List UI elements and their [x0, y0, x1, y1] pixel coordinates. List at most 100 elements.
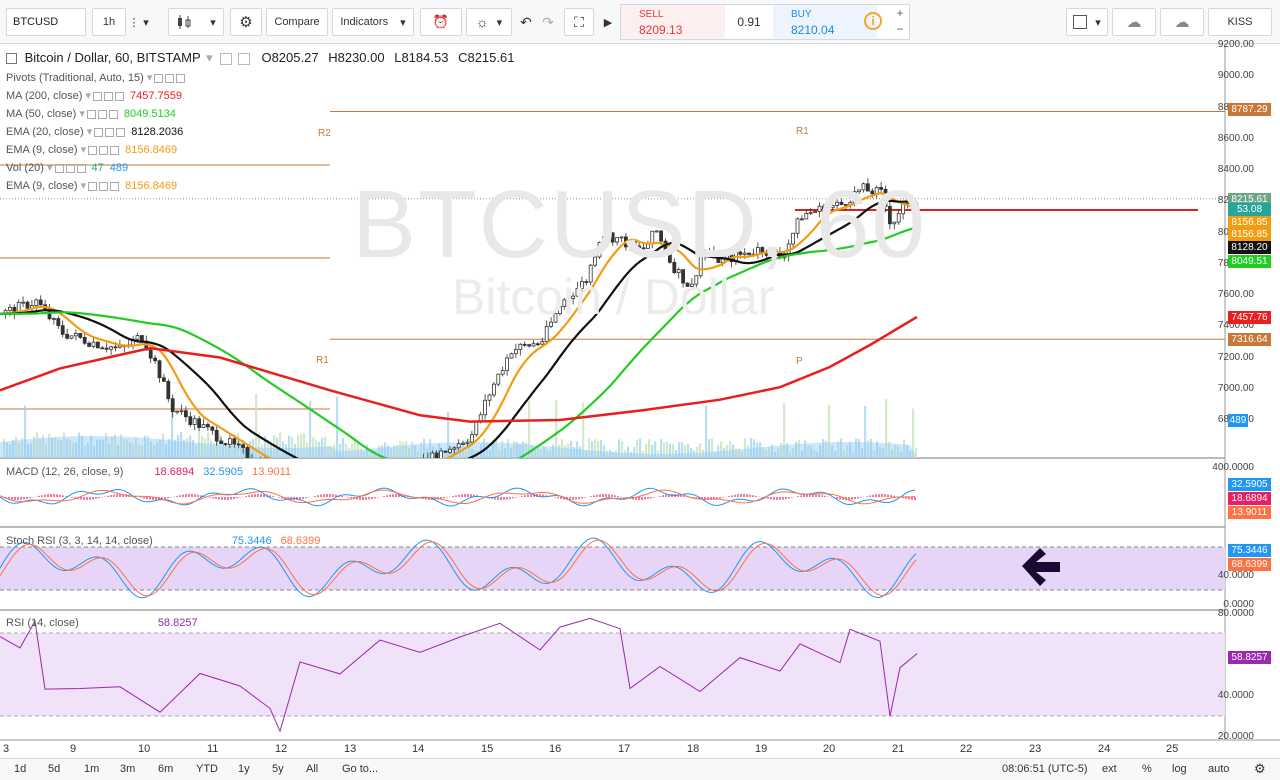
- price-tag: 8787.29: [1228, 103, 1271, 117]
- ext-toggle[interactable]: ext: [1102, 763, 1117, 775]
- study-legend-row[interactable]: EMA (20, close) ▾ 8128.2036: [6, 125, 183, 138]
- study-legend-row[interactable]: MA (200, close) ▾ 7457.7559: [6, 89, 182, 102]
- eye-icon[interactable]: [54, 163, 64, 173]
- candle-body: [360, 477, 363, 478]
- cloud-load-button[interactable]: ☁: [1112, 8, 1156, 36]
- candle-body: [452, 447, 457, 450]
- buy-label: BUY: [791, 9, 812, 20]
- study-value: 7457.7559: [130, 90, 182, 102]
- range-button[interactable]: 1y: [238, 763, 250, 775]
- close-icon[interactable]: [110, 145, 120, 155]
- auto-toggle[interactable]: auto: [1208, 763, 1229, 775]
- goto-button[interactable]: Go to...: [342, 763, 378, 775]
- eye-icon[interactable]: [94, 127, 104, 137]
- decrease-qty-button[interactable]: −: [893, 22, 907, 36]
- chevron-down-icon[interactable]: ▾: [144, 72, 153, 84]
- gear-icon: ⚙: [239, 14, 253, 31]
- study-value: 8128.2036: [131, 126, 184, 138]
- eye-icon[interactable]: [86, 109, 96, 119]
- eye-icon[interactable]: [93, 91, 102, 101]
- eye-icon[interactable]: [154, 73, 164, 83]
- range-button[interactable]: 6m: [158, 763, 173, 775]
- interval-button[interactable]: 1h: [92, 8, 126, 36]
- range-button[interactable]: 1m: [84, 763, 99, 775]
- close-icon[interactable]: [116, 127, 126, 137]
- eye-icon[interactable]: [220, 52, 233, 65]
- log-toggle[interactable]: log: [1172, 763, 1187, 775]
- chart-style-button[interactable]: ▾: [168, 8, 224, 36]
- candle-body: [334, 479, 337, 486]
- interval-dropdown-icon[interactable]: ▾: [140, 8, 152, 36]
- study-legend-row[interactable]: Pivots (Traditional, Auto, 15) ▾: [6, 71, 186, 84]
- study-legend-row[interactable]: Vol (20) ▾ 47 489: [6, 161, 128, 174]
- kiss-button[interactable]: KISS: [1208, 8, 1272, 36]
- candle-body: [509, 353, 514, 359]
- chevron-down-icon[interactable]: ▾: [206, 50, 213, 65]
- play-button[interactable]: ▶: [600, 8, 616, 36]
- increase-qty-button[interactable]: +: [893, 6, 907, 20]
- settings-small-icon[interactable]: [65, 163, 75, 173]
- close-icon[interactable]: [110, 181, 120, 191]
- layout-button[interactable]: ▾: [1066, 8, 1108, 36]
- symbol-title: Bitcoin / Dollar, 60, BITSTAMP: [24, 50, 201, 65]
- chevron-down-icon[interactable]: ▾: [44, 162, 53, 174]
- chevron-down-icon: ▾: [400, 16, 406, 29]
- collapse-icon[interactable]: [6, 53, 17, 65]
- study-name: EMA (20, close): [6, 126, 84, 138]
- gear-icon[interactable]: ⚙: [1254, 761, 1266, 777]
- undo-button[interactable]: ↶: [516, 8, 536, 36]
- eye-icon[interactable]: [88, 181, 98, 191]
- info-icon[interactable]: i: [864, 12, 882, 30]
- range-button[interactable]: YTD: [196, 763, 218, 775]
- eye-icon[interactable]: [88, 145, 98, 155]
- close-icon[interactable]: [76, 163, 86, 173]
- redo-button[interactable]: ↷: [538, 8, 558, 36]
- chevron-down-icon[interactable]: ▾: [78, 180, 87, 192]
- chevron-down-icon[interactable]: ▾: [82, 90, 91, 102]
- close-icon[interactable]: [176, 73, 186, 83]
- candle-body: [157, 360, 162, 379]
- candle-body: [378, 473, 381, 479]
- range-button[interactable]: 3m: [120, 763, 135, 775]
- candle-body: [113, 346, 118, 349]
- chevron-down-icon[interactable]: ▾: [76, 108, 85, 120]
- buy-button[interactable]: BUY 8210.04: [773, 5, 877, 39]
- alert-button[interactable]: ⏰: [420, 8, 462, 36]
- settings-small-icon[interactable]: [97, 109, 107, 119]
- price-axis-label: 9200.00: [1217, 39, 1254, 50]
- top-toolbar: 1h ⋮ ▾ ▾ ⚙ Compare Indicators▾ ⏰ ☼▾ ↶ ↷ …: [0, 0, 1280, 44]
- candle-body: [382, 473, 385, 476]
- candle-body: [474, 420, 479, 436]
- date-axis-label: 15: [481, 743, 494, 755]
- settings-small-icon[interactable]: [104, 91, 113, 101]
- settings-small-icon[interactable]: [105, 127, 115, 137]
- pivot-r1-label: R1: [796, 126, 809, 137]
- range-button[interactable]: All: [306, 763, 318, 775]
- price-chart[interactable]: R2 R1 R1 P: [0, 44, 1280, 758]
- theme-button[interactable]: ☼ ▾: [466, 8, 512, 36]
- close-icon[interactable]: [108, 109, 118, 119]
- cloud-save-button[interactable]: ☁: [1160, 8, 1204, 36]
- fullscreen-button[interactable]: ⛶: [564, 8, 594, 36]
- range-button[interactable]: 1d: [14, 763, 26, 775]
- settings-small-icon[interactable]: [99, 145, 109, 155]
- settings-small-icon[interactable]: [165, 73, 175, 83]
- chevron-down-icon[interactable]: ▾: [84, 126, 93, 138]
- candle-body: [500, 370, 505, 375]
- settings-small-icon[interactable]: [237, 52, 250, 65]
- range-button[interactable]: 5d: [48, 763, 60, 775]
- symbol-search-input[interactable]: [6, 8, 86, 36]
- interval-menu-icon[interactable]: ⋮: [128, 8, 140, 36]
- sell-button[interactable]: SELL 8209.13: [621, 5, 725, 39]
- study-legend-row[interactable]: EMA (9, close) ▾ 8156.8469: [6, 179, 177, 192]
- close-icon[interactable]: [115, 91, 124, 101]
- settings-button[interactable]: ⚙: [230, 8, 262, 36]
- study-legend-row[interactable]: EMA (9, close) ▾ 8156.8469: [6, 143, 177, 156]
- compare-button[interactable]: Compare: [266, 8, 328, 36]
- indicators-button[interactable]: Indicators ▾: [332, 8, 414, 36]
- settings-small-icon[interactable]: [99, 181, 109, 191]
- range-button[interactable]: 5y: [272, 763, 284, 775]
- chevron-down-icon[interactable]: ▾: [78, 144, 87, 156]
- study-legend-row[interactable]: MA (50, close) ▾ 8049.5134: [6, 107, 176, 120]
- percent-toggle[interactable]: %: [1142, 763, 1152, 775]
